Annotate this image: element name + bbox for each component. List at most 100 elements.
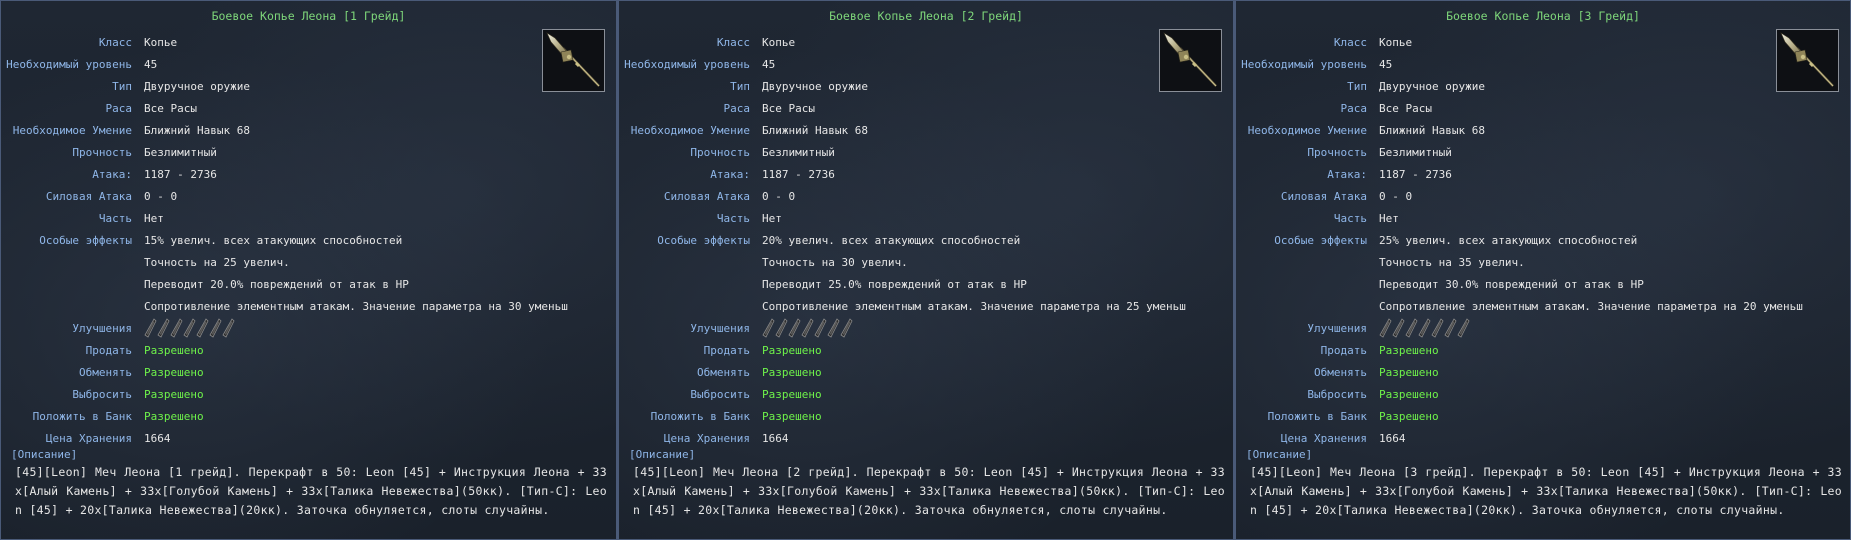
effect-value: Сопротивление элементным атакам. Значени… (762, 299, 1186, 313)
prop-value: Нет (1379, 211, 1399, 225)
effect-value: Переводит 25.0% повреждений от атак в HP (762, 277, 1027, 291)
prop-label: Необходимое Умение (630, 123, 750, 137)
prop-row-power-attack: Силовая Атака 0 - 0 (1236, 185, 1850, 207)
prop-row-bank: Положить в Банк Разрешено (1236, 405, 1850, 427)
prop-row-upgrades: Улучшения (1, 317, 616, 339)
prop-label: Тип (112, 79, 132, 93)
prop-label: Улучшения (72, 321, 132, 335)
prop-row-effect: Сопротивление элементным атакам. Значени… (619, 295, 1233, 317)
enchant-slot-icon (157, 318, 170, 338)
prop-row-upgrades: Улучшения (1236, 317, 1850, 339)
prop-row-skill: Необходимое Умение Ближний Навык 68 (619, 119, 1233, 141)
prop-row-storage-price: Цена Хранения 1664 (619, 427, 1233, 449)
prop-row-sell: Продать Разрешено (1236, 339, 1850, 361)
prop-value: Все Расы (762, 101, 815, 115)
prop-label: Цена Хранения (1280, 431, 1367, 445)
prop-value: Копье (144, 35, 178, 49)
prop-label: Силовая Атака (45, 189, 132, 203)
item-properties: Класс Копье Необходимый уровень 45 Тип Д… (1, 31, 616, 449)
prop-value: 0 - 0 (1379, 189, 1413, 203)
prop-label: Часть (1333, 211, 1367, 225)
prop-row-part: Часть Нет (1236, 207, 1850, 229)
prop-value: Копье (762, 35, 796, 49)
prop-label: Раса (105, 101, 133, 115)
prop-row-skill: Необходимое Умение Ближний Навык 68 (1236, 119, 1850, 141)
prop-label: Улучшения (690, 321, 750, 335)
effect-value: 25% увелич. всех атакующих способностей (1379, 233, 1638, 247)
prop-label: Прочность (690, 145, 750, 159)
prop-label: Цена Хранения (663, 431, 750, 445)
permission-value: Разрешено (1379, 343, 1439, 357)
tooltip-row: Боевое Копье Леона [1 Грейд] Класс Копье… (0, 0, 1851, 540)
prop-label: Продать (1320, 343, 1367, 357)
permission-value: Разрешено (1379, 387, 1439, 401)
enchant-slot-icon (1457, 318, 1470, 338)
prop-value: Копье (1379, 35, 1413, 49)
upgrade-slots (1379, 318, 1829, 338)
enchant-slot-icon (170, 318, 183, 338)
prop-row-class: Класс Копье (1, 31, 616, 53)
prop-value: 0 - 0 (144, 189, 178, 203)
prop-value: Все Расы (1379, 101, 1432, 115)
prop-label: Продать (85, 343, 132, 357)
prop-row-power-attack: Силовая Атака 0 - 0 (619, 185, 1233, 207)
effect-value: Точность на 25 увелич. (144, 255, 290, 269)
prop-row-class: Класс Копье (619, 31, 1233, 53)
prop-value: Все Расы (144, 101, 197, 115)
prop-row-class: Класс Копье (1236, 31, 1850, 53)
prop-label: Класс (98, 35, 132, 49)
prop-label: Класс (1333, 35, 1367, 49)
prop-value: 0 - 0 (762, 189, 796, 203)
effect-value: Сопротивление элементным атакам. Значени… (144, 299, 568, 313)
prop-row-attack: Атака: 1187 - 2736 (619, 163, 1233, 185)
enchant-slot-icon (1379, 318, 1392, 338)
prop-label: Часть (716, 211, 750, 225)
prop-row-durability: Прочность Безлимитный (1236, 141, 1850, 163)
prop-label: Особые эффекты (39, 233, 132, 247)
prop-label: Цена Хранения (45, 431, 132, 445)
prop-label: Продать (703, 343, 750, 357)
prop-row-sell: Продать Разрешено (1, 339, 616, 361)
prop-label: Положить в Банк (32, 409, 132, 423)
prop-row-part: Часть Нет (619, 207, 1233, 229)
effect-value: Переводит 20.0% повреждений от атак в HP (144, 277, 409, 291)
prop-value: 1664 (144, 431, 171, 445)
enchant-slot-icon (1444, 318, 1457, 338)
prop-row-skill: Необходимое Умение Ближний Навык 68 (1, 119, 616, 141)
prop-value: 1664 (1379, 431, 1406, 445)
prop-row-race: Раса Все Расы (1, 97, 616, 119)
prop-value: 1187 - 2736 (1379, 167, 1452, 181)
prop-label: Прочность (72, 145, 132, 159)
prop-row-drop: Выбросить Разрешено (619, 383, 1233, 405)
enchant-slot-icon (183, 318, 196, 338)
prop-label: Выбросить (690, 387, 750, 401)
prop-row-durability: Прочность Безлимитный (1, 141, 616, 163)
prop-row-trade: Обменять Разрешено (1, 361, 616, 383)
prop-row-effect: Сопротивление элементным атакам. Значени… (1236, 295, 1850, 317)
prop-label: Положить в Банк (650, 409, 750, 423)
description-label: [Описание] (1246, 448, 1313, 461)
enchant-slot-icon (814, 318, 827, 338)
enchant-slot-icon (801, 318, 814, 338)
enchant-slot-icon (196, 318, 209, 338)
item-tooltip-grade-3: Боевое Копье Леона [3 Грейд] Класс Копье… (1234, 0, 1851, 540)
item-title: Боевое Копье Леона [3 Грейд] (1446, 9, 1640, 23)
enchant-slot-icon (840, 318, 853, 338)
prop-row-trade: Обменять Разрешено (619, 361, 1233, 383)
effect-value: Переводит 30.0% повреждений от атак в HP (1379, 277, 1644, 291)
prop-label: Атака: (92, 167, 132, 181)
prop-row-upgrades: Улучшения (619, 317, 1233, 339)
prop-value: Нет (144, 211, 164, 225)
prop-value: Двуручное оружие (144, 79, 250, 93)
description-label: [Описание] (11, 448, 78, 461)
prop-value: 1187 - 2736 (762, 167, 835, 181)
prop-label: Выбросить (1307, 387, 1367, 401)
prop-row-effect: Особые эффекты 25% увелич. всех атакующи… (1236, 229, 1850, 251)
prop-row-drop: Выбросить Разрешено (1236, 383, 1850, 405)
prop-label: Тип (1347, 79, 1367, 93)
permission-value: Разрешено (144, 343, 204, 357)
prop-label: Выбросить (72, 387, 132, 401)
permission-value: Разрешено (1379, 409, 1439, 423)
prop-row-effect: Точность на 25 увелич. (1, 251, 616, 273)
prop-label: Необходимый уровень (1241, 57, 1367, 71)
